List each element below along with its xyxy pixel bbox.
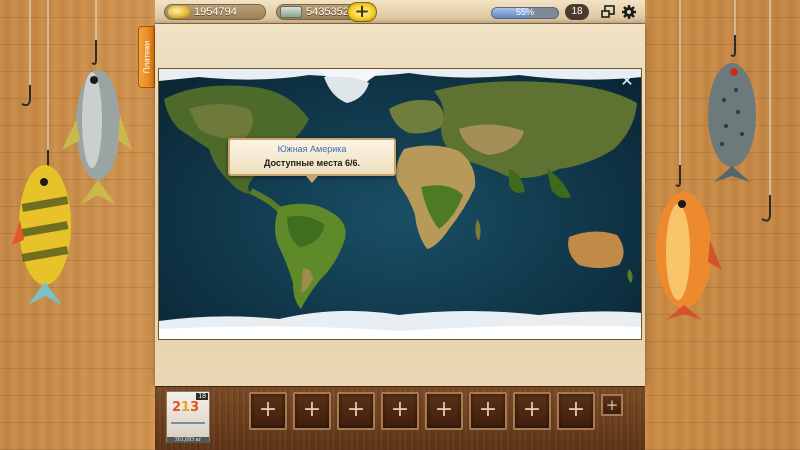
window-mode-icon[interactable]	[600, 4, 616, 20]
catch-card[interactable]: 18 213 361,693 кг	[166, 391, 210, 443]
player-level-badge: 18	[565, 4, 589, 20]
close-map-icon[interactable]: ✕	[618, 72, 636, 90]
gold-coins-icon	[168, 6, 190, 18]
region-tooltip: Южная Америка Доступные места 6/6.	[228, 138, 396, 176]
catch-card-weight: 361,693 кг	[167, 437, 209, 443]
gold-value: 1954794	[194, 6, 237, 18]
money-value: 5435352	[306, 6, 349, 18]
tooltip-available-places: Доступные места 6/6.	[263, 158, 361, 168]
money-bills-icon	[280, 6, 302, 18]
payments-side-tab[interactable]: Платежи	[138, 26, 155, 88]
tooltip-region-name: Южная Америка	[277, 144, 347, 154]
orange-fish-illustration	[656, 165, 722, 320]
payments-tab-label: Платежи	[142, 40, 151, 74]
catch-card-divider	[171, 422, 205, 424]
add-money-button[interactable]: +	[347, 2, 377, 22]
world-map-graphic	[159, 69, 641, 339]
yellow-striped-fish-illustration	[12, 150, 71, 305]
settings-gear-icon[interactable]	[621, 4, 637, 20]
catch-card-digits: 213	[172, 400, 200, 415]
experience-percent: 55%	[515, 7, 534, 17]
world-map	[158, 68, 642, 340]
inventory-slot-6[interactable]: +	[469, 392, 507, 430]
inventory-slot-7[interactable]: +	[513, 392, 551, 430]
experience-bar: 55%	[491, 7, 559, 19]
add-slot-button[interactable]: +	[601, 394, 623, 416]
gold-counter: 1954794	[164, 4, 266, 20]
inventory-slot-3[interactable]: +	[337, 392, 375, 430]
inventory-slot-4[interactable]: +	[381, 392, 419, 430]
grey-fish-illustration	[62, 40, 132, 205]
spotted-grouper-illustration	[708, 35, 756, 182]
inventory-slot-5[interactable]: +	[425, 392, 463, 430]
inventory-slot-8[interactable]: +	[557, 392, 595, 430]
tooltip-pointer	[306, 176, 318, 183]
inventory-slot-2[interactable]: +	[293, 392, 331, 430]
inventory-slot-1[interactable]: +	[249, 392, 287, 430]
catch-card-badge: 18	[196, 393, 208, 400]
